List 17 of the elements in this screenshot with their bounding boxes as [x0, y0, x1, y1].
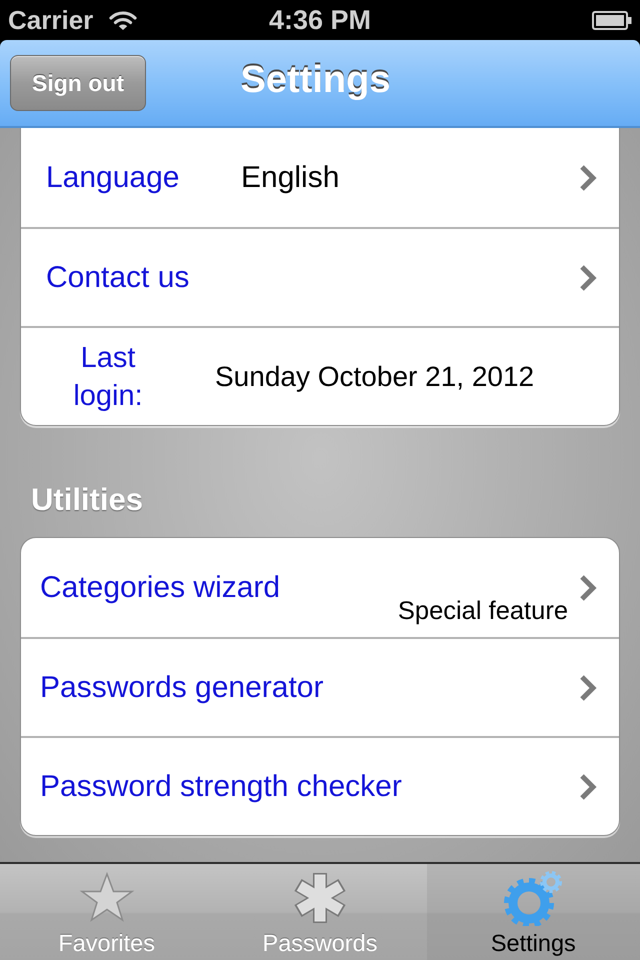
row-value: Sunday October 21, 2012 [215, 360, 534, 392]
carrier-name: Carrier [8, 4, 94, 36]
section-header: Utilities [30, 483, 144, 517]
gears-icon [503, 870, 564, 926]
row-label[interactable]: Password strength checker [40, 770, 402, 804]
battery-icon [592, 10, 632, 30]
row-label[interactable]: Categories wizard [40, 570, 280, 604]
row-label[interactable]: Language [46, 160, 241, 194]
wifi-icon [109, 10, 138, 30]
clock-time: 4:36 PM [268, 4, 372, 36]
row-value: English [241, 160, 340, 194]
row-detail: Special feature [398, 597, 568, 626]
screen-title: Settings [240, 59, 390, 102]
row-label: Last login: [72, 340, 144, 414]
tab-item[interactable]: Settings [426, 864, 640, 960]
row-label[interactable]: Passwords generator [40, 670, 324, 704]
row-label[interactable]: Contact us [46, 260, 241, 294]
